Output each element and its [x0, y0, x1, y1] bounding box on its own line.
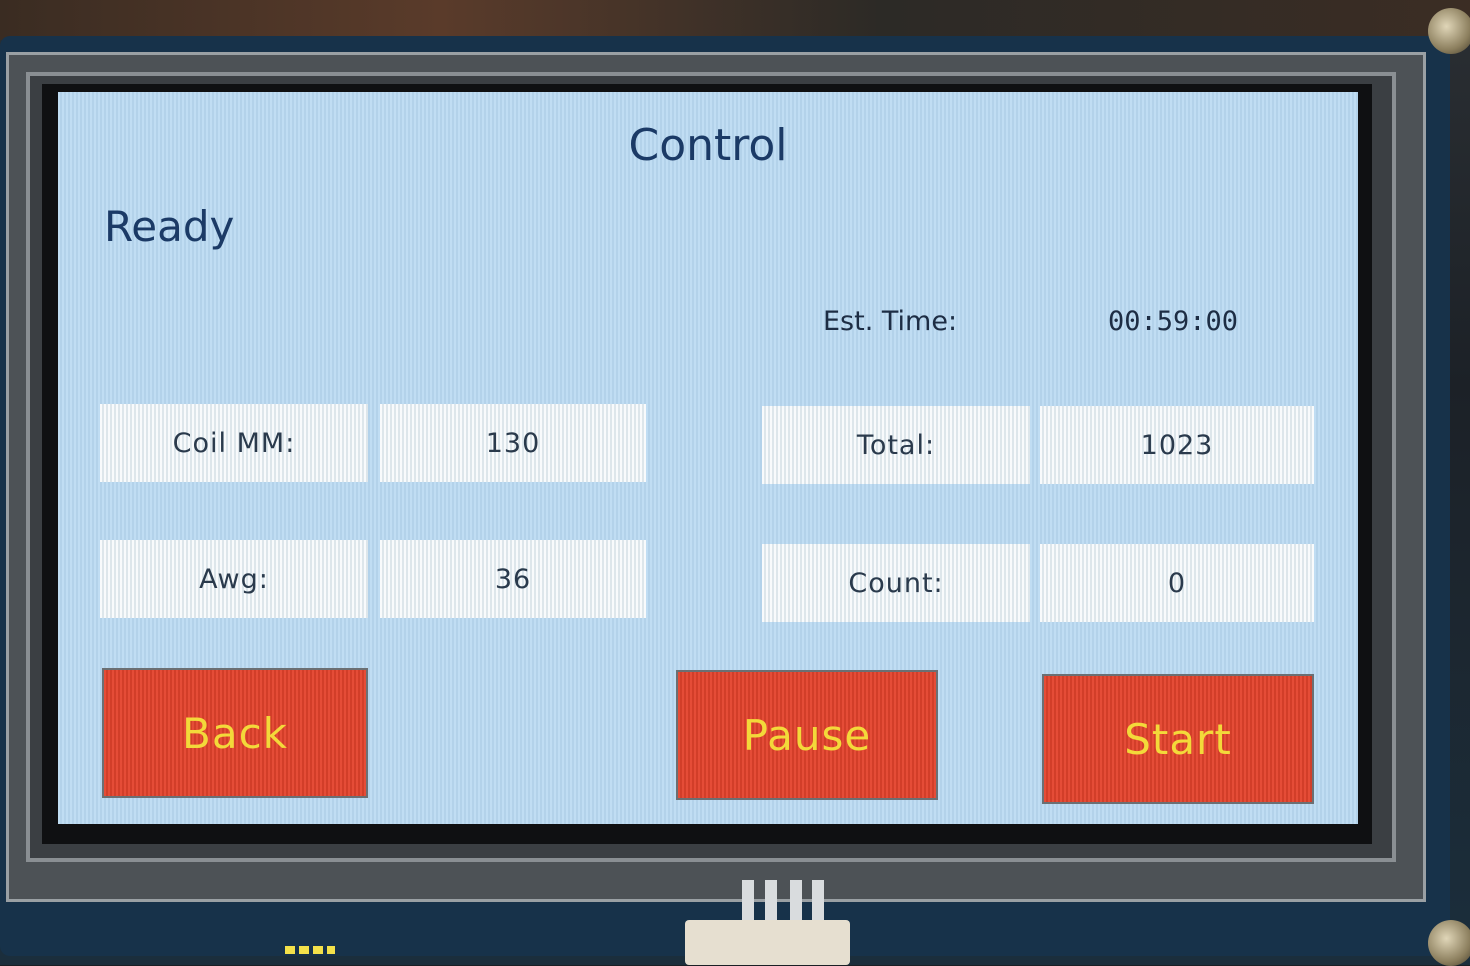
lcd-screen: Control Ready Est. Time: 00:59:00 Coil M…: [58, 92, 1358, 824]
pause-button[interactable]: Pause: [676, 670, 938, 800]
device-enclosure: Control Ready Est. Time: 00:59:00 Coil M…: [0, 0, 1470, 966]
mounting-screw-icon: [1428, 920, 1470, 966]
coil-mm-field[interactable]: 130: [380, 404, 646, 482]
pcb-background: [0, 0, 1470, 40]
est-time-value: 00:59:00: [1108, 306, 1239, 337]
start-button[interactable]: Start: [1042, 674, 1314, 804]
est-time-label: Est. Time:: [823, 306, 958, 337]
awg-label: Awg:: [100, 540, 368, 618]
page-title: Control: [628, 120, 788, 171]
back-button[interactable]: Back: [102, 668, 368, 798]
count-value: 0: [1040, 544, 1314, 622]
status-text: Ready: [104, 202, 235, 251]
coil-mm-label: Coil MM:: [100, 404, 368, 482]
mounting-screw-icon: [1428, 8, 1470, 54]
led-indicator: [285, 946, 335, 954]
total-value: 1023: [1040, 406, 1314, 484]
total-label: Total:: [762, 406, 1030, 484]
ribbon-connector: [685, 920, 850, 965]
count-label: Count:: [762, 544, 1030, 622]
awg-field[interactable]: 36: [380, 540, 646, 618]
